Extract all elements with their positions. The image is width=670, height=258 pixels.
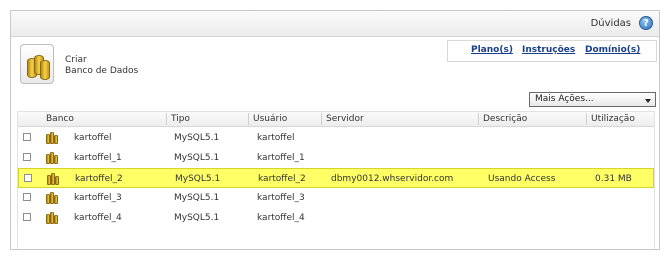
link-instructions[interactable]: Instruções xyxy=(522,45,575,55)
cell-usuario: kartoffel_3 xyxy=(257,193,305,203)
cell-banco[interactable]: kartoffel xyxy=(74,133,112,143)
row-checkbox[interactable] xyxy=(23,153,31,161)
chevron-down-icon xyxy=(645,99,651,103)
cell-tipo: MySQL5.1 xyxy=(174,193,220,203)
link-plans[interactable]: Plano(s) xyxy=(471,45,513,55)
cell-tipo: MySQL5.1 xyxy=(174,213,220,223)
create-database-label[interactable]: Criar Banco de Dados xyxy=(65,55,138,77)
cell-servidor: dbmy0012.whservidor.com xyxy=(331,174,454,184)
top-bar: Dúvidas ? xyxy=(11,11,659,37)
cell-usuario: kartoffel xyxy=(257,133,295,143)
help-icon[interactable]: ? xyxy=(639,16,653,30)
table-row-selected[interactable]: kartoffel_2 MySQL5.1 kartoffel_2 dbmy001… xyxy=(18,168,654,188)
database-icon xyxy=(47,173,59,185)
cell-tipo: MySQL5.1 xyxy=(175,174,221,184)
help-label[interactable]: Dúvidas xyxy=(591,18,631,29)
row-checkbox[interactable] xyxy=(23,193,31,201)
cell-banco[interactable]: kartoffel_2 xyxy=(75,174,123,184)
table-header: Banco Tipo Usuário Servidor Descrição Ut… xyxy=(18,112,654,127)
row-checkbox[interactable] xyxy=(24,174,32,182)
database-table: Banco Tipo Usuário Servidor Descrição Ut… xyxy=(17,111,655,249)
database-icon xyxy=(46,152,58,164)
links-box: Plano(s) Instruções Domínio(s) xyxy=(447,40,657,62)
cell-utilizacao: 0.31 MB xyxy=(595,174,632,184)
cell-banco[interactable]: kartoffel_3 xyxy=(74,193,122,203)
database-icon xyxy=(46,192,58,204)
col-tipo[interactable]: Tipo xyxy=(171,114,190,124)
table-row[interactable]: kartoffel MySQL5.1 kartoffel xyxy=(18,128,654,148)
cell-tipo: MySQL5.1 xyxy=(174,153,220,163)
cell-descricao: Usando Access xyxy=(488,174,556,184)
col-usuario[interactable]: Usuário xyxy=(253,114,287,124)
more-actions-select[interactable]: Mais Ações... xyxy=(529,92,656,107)
col-utilizacao[interactable]: Utilização xyxy=(591,114,635,124)
cell-usuario: kartoffel_2 xyxy=(258,174,306,184)
cell-usuario: kartoffel_1 xyxy=(257,153,305,163)
more-actions-value: Mais Ações... xyxy=(535,94,594,104)
cell-banco[interactable]: kartoffel_1 xyxy=(74,153,122,163)
cell-usuario: kartoffel_4 xyxy=(257,213,305,223)
database-icon xyxy=(46,132,58,144)
create-database-button[interactable] xyxy=(20,44,54,84)
row-checkbox[interactable] xyxy=(23,133,31,141)
database-icon xyxy=(46,212,58,224)
col-banco[interactable]: Banco xyxy=(46,114,74,124)
panel: Dúvidas ? Criar Banco de Dados Plano(s) … xyxy=(10,10,660,250)
table-row[interactable]: kartoffel_1 MySQL5.1 kartoffel_1 xyxy=(18,148,654,168)
cell-tipo: MySQL5.1 xyxy=(174,133,220,143)
table-row[interactable]: kartoffel_4 MySQL5.1 kartoffel_4 xyxy=(18,208,654,228)
link-domains[interactable]: Domínio(s) xyxy=(585,45,640,55)
cell-banco[interactable]: kartoffel_4 xyxy=(74,213,122,223)
col-descricao[interactable]: Descrição xyxy=(483,114,527,124)
col-servidor[interactable]: Servidor xyxy=(326,114,364,124)
table-row[interactable]: kartoffel_3 MySQL5.1 kartoffel_3 xyxy=(18,188,654,208)
row-checkbox[interactable] xyxy=(23,213,31,221)
